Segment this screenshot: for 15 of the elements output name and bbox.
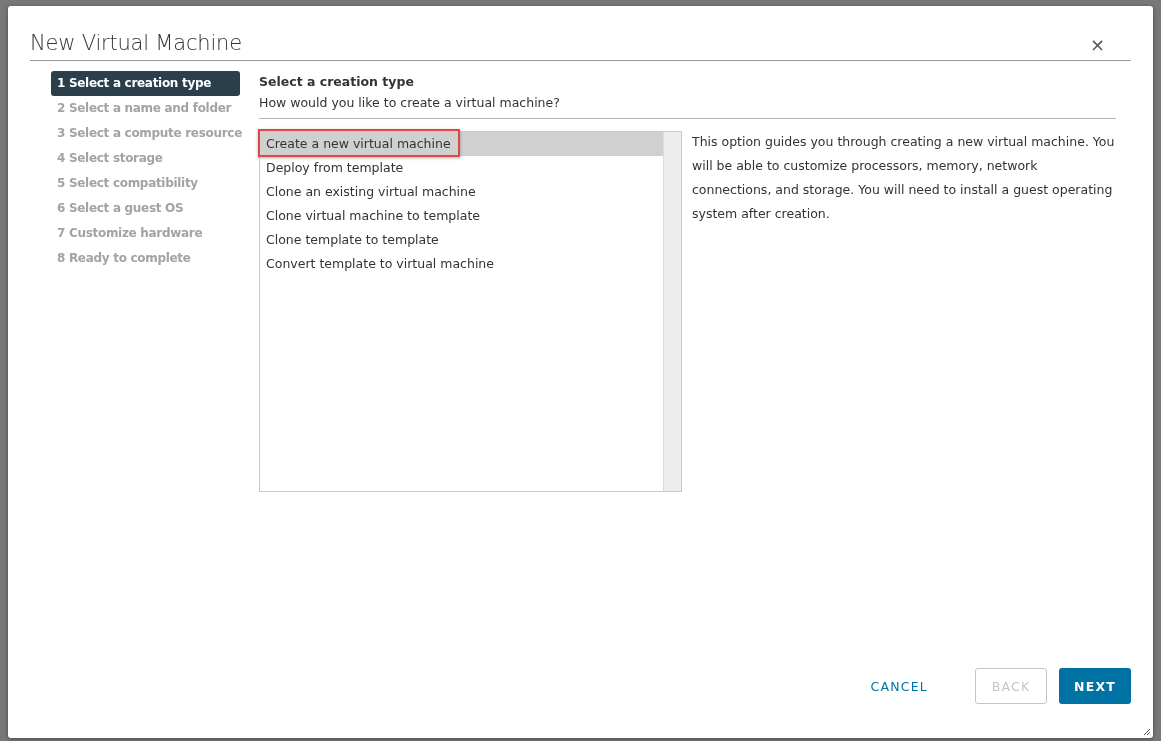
dialog-title: New Virtual Machine — [30, 30, 242, 55]
section-subtitle: How would you like to create a virtual machine? — [259, 92, 1116, 119]
option-item[interactable]: Clone an existing virtual machine — [260, 180, 663, 204]
cancel-button[interactable]: CANCEL — [855, 668, 943, 704]
resize-grip-icon[interactable] — [1143, 728, 1151, 736]
next-button[interactable]: NEXT — [1059, 668, 1131, 704]
section-heading: Select a creation type — [259, 74, 415, 91]
close-button[interactable]: × — [1085, 33, 1109, 55]
option-description: This option guides you through creating a new virtual machine. You will be able to customize processors, memory, network connections, and storage. You will need to install a guest operating system after creation. — [692, 133, 1116, 223]
option-item[interactable]: Deploy from template — [260, 156, 663, 180]
option-item[interactable]: Clone template to template — [260, 228, 663, 252]
option-item[interactable]: Clone virtual machine to template — [260, 204, 663, 228]
option-item[interactable]: Create a new virtual machine — [260, 132, 663, 156]
wizard-step[interactable]: 1 Select a creation type — [51, 71, 240, 96]
option-item[interactable]: Convert template to virtual machine — [260, 252, 663, 276]
